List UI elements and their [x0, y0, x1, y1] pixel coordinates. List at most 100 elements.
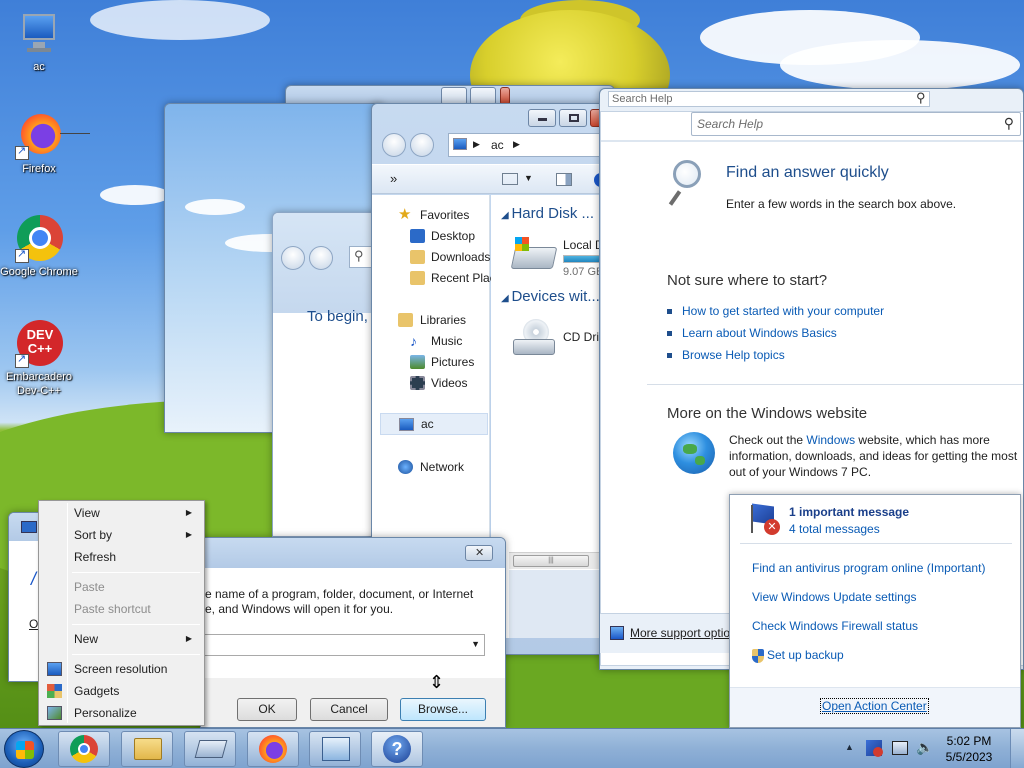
- monitor-icon: [47, 662, 62, 676]
- control-panel-icon: [322, 737, 350, 761]
- nav-item-music[interactable]: ♪ Music: [410, 331, 462, 351]
- help-footer: More support optio: [600, 613, 730, 653]
- browse-button[interactable]: Browse...: [400, 698, 486, 721]
- computer-icon: [399, 418, 414, 431]
- menu-item-paste-shortcut[interactable]: Paste shortcut: [41, 598, 202, 620]
- nav-item-recent-places[interactable]: Recent Plac: [410, 268, 496, 288]
- menu-item-new[interactable]: New ▶: [41, 628, 202, 650]
- desktop-icon-chrome[interactable]: Google Chrome: [0, 215, 78, 279]
- collapse-icon: ◢: [501, 210, 512, 221]
- cancel-button[interactable]: Cancel: [310, 698, 388, 721]
- uac-shield-icon: [752, 648, 764, 663]
- menu-separator: [72, 654, 200, 655]
- action-center-tray-icon[interactable]: [866, 740, 883, 757]
- devcpp-logo-text: DEV C++: [26, 327, 54, 356]
- toolbar-more-button[interactable]: »: [390, 171, 397, 186]
- more-support-options-link[interactable]: More support optio: [630, 626, 730, 640]
- divider: [740, 543, 1012, 544]
- help-link-browse-topics[interactable]: Browse Help topics: [667, 344, 884, 366]
- view-options-icon[interactable]: [502, 173, 518, 185]
- taskbar-button-help[interactable]: ?: [371, 731, 423, 767]
- windows-logo-icon: [16, 741, 34, 759]
- menu-item-personalize[interactable]: Personalize: [41, 702, 202, 724]
- nav-item-downloads[interactable]: Downloads: [410, 247, 490, 267]
- desktop-icon-computer[interactable]: ac: [0, 10, 78, 74]
- minimize-button[interactable]: [528, 109, 556, 127]
- menu-item-refresh[interactable]: Refresh: [41, 546, 202, 568]
- divider: [601, 140, 1023, 142]
- nav-favorites-header[interactable]: ★ Favorites: [398, 205, 469, 225]
- back-button[interactable]: [382, 133, 406, 157]
- taskbar-button-run[interactable]: [184, 731, 236, 767]
- more-website-text: Check out the Windows website, which has…: [729, 433, 1018, 479]
- help-link-get-started[interactable]: How to get started with your computer: [667, 300, 884, 322]
- menu-item-paste[interactable]: Paste: [41, 576, 202, 598]
- nav-libraries-header[interactable]: Libraries: [398, 310, 466, 330]
- firewall-status-link[interactable]: Check Windows Firewall status: [752, 619, 918, 633]
- search-help-input[interactable]: Search Help ⚲: [691, 112, 1021, 136]
- nav-item-pictures[interactable]: Pictures: [410, 352, 474, 372]
- search-help-placeholder: Search Help: [697, 117, 764, 131]
- run-description: e name of a program, folder, document, o…: [205, 587, 474, 616]
- menu-item-view[interactable]: View ▶: [41, 502, 202, 524]
- close-button[interactable]: ✕: [465, 545, 493, 561]
- search-help-input-back[interactable]: Search Help: [608, 91, 930, 107]
- desktop-icon-firefox[interactable]: Firefox: [0, 112, 78, 176]
- devcpp-icon: DEV C++: [15, 320, 63, 368]
- group-header-hard-disk[interactable]: ◢ Hard Disk ... (: [501, 205, 603, 222]
- run-open-combobox[interactable]: ▼: [201, 634, 485, 656]
- start-button[interactable]: [4, 730, 44, 768]
- run-dialog[interactable]: ✕ e name of a program, folder, document,…: [200, 537, 506, 728]
- search-icon[interactable]: ⚲: [916, 90, 926, 106]
- taskbar-button-chrome[interactable]: [58, 731, 110, 767]
- open-action-center-link[interactable]: Open Action Center: [820, 698, 929, 714]
- taskbar-button-firefox[interactable]: [247, 731, 299, 767]
- search-box[interactable]: ⚲: [349, 246, 373, 268]
- taskbar-button-control-panel[interactable]: [309, 731, 361, 767]
- getting-started-window[interactable]: ⚲ To begin,: [272, 212, 382, 537]
- action-center-flag-icon: ✕: [748, 503, 782, 535]
- search-icon[interactable]: ⚲: [1004, 115, 1014, 132]
- menu-separator: [72, 624, 200, 625]
- nav-item-network[interactable]: Network: [398, 457, 464, 477]
- help-link-windows-basics[interactable]: Learn about Windows Basics: [667, 322, 884, 344]
- group-header-devices[interactable]: ◢ Devices wit...: [501, 288, 600, 305]
- forward-button[interactable]: [309, 246, 333, 270]
- clock[interactable]: 5:02 PM 5/5/2023: [934, 733, 1004, 765]
- more-website-title: More on the Windows website: [667, 405, 868, 422]
- taskbar-button-explorer[interactable]: [121, 731, 173, 767]
- windows-update-link[interactable]: View Windows Update settings: [752, 590, 917, 604]
- accelerator-letter: O: [29, 617, 39, 631]
- set-up-backup-link[interactable]: Set up backup: [752, 648, 844, 663]
- show-desktop-button[interactable]: [1010, 729, 1024, 768]
- back-button[interactable]: [281, 246, 305, 270]
- antivirus-link[interactable]: Find an antivirus program online (Import…: [752, 561, 985, 575]
- ok-button[interactable]: OK: [237, 698, 297, 721]
- menu-item-screen-resolution[interactable]: Screen resolution: [41, 658, 202, 680]
- maximize-button[interactable]: [559, 109, 587, 127]
- network-tray-icon[interactable]: [892, 741, 908, 755]
- breadcrumb-item[interactable]: ac: [491, 138, 504, 152]
- desktop-icon-devcpp[interactable]: DEV C++ Embarcadero Dev-C++: [0, 320, 78, 398]
- action-center-popup: ✕ 1 important message 4 total messages F…: [729, 494, 1021, 728]
- windows-website-link[interactable]: Windows: [806, 433, 855, 447]
- show-hidden-icons-button[interactable]: ▲: [845, 742, 854, 752]
- preview-pane-icon[interactable]: [556, 173, 572, 186]
- menu-item-gadgets[interactable]: Gadgets: [41, 680, 202, 702]
- important-message-link[interactable]: 1 important message: [789, 505, 909, 519]
- nav-item-desktop[interactable]: Desktop: [410, 226, 475, 246]
- scrollbar-thumb[interactable]: |||: [513, 555, 589, 567]
- videos-icon: [410, 376, 425, 390]
- background-window[interactable]: [285, 85, 615, 105]
- menu-item-sort-by[interactable]: Sort by ▶: [41, 524, 202, 546]
- address-bar[interactable]: ▶ ac ▶: [448, 133, 615, 157]
- drive-name[interactable]: Local D: [563, 238, 604, 252]
- forward-button[interactable]: [410, 133, 434, 157]
- resize-cursor-icon: ⇕: [429, 672, 445, 692]
- nav-item-videos[interactable]: Videos: [410, 373, 467, 393]
- total-messages-link[interactable]: 4 total messages: [789, 522, 880, 536]
- chevron-down-icon[interactable]: ▼: [471, 639, 480, 649]
- volume-icon[interactable]: 🔈: [916, 739, 933, 756]
- chevron-down-icon[interactable]: ▼: [524, 173, 533, 183]
- nav-item-computer[interactable]: ac: [380, 413, 488, 435]
